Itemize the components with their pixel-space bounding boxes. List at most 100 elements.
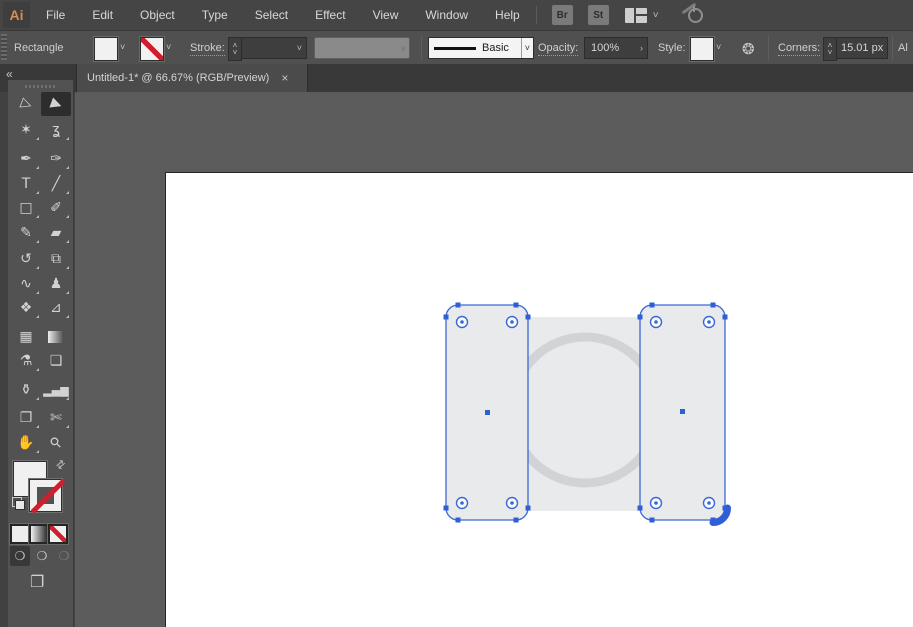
magnifier-icon: ⚲ [46, 433, 66, 453]
active-tool-label: Rectangle [14, 42, 64, 54]
paintbrush-icon: ✐ [50, 200, 62, 216]
paintbrush-tool[interactable]: ✐ [41, 196, 71, 220]
menu-type[interactable]: Type [202, 8, 228, 22]
menu-select[interactable]: Select [255, 8, 288, 22]
workspace-chevron-down-icon[interactable]: ˅ [653, 10, 659, 21]
tools-panel-grip[interactable] [25, 85, 55, 88]
right-rect-center-point[interactable] [680, 409, 685, 414]
shape-builder-tool[interactable]: ❖ [11, 296, 41, 320]
magic-wand-tool[interactable]: ✶ [11, 118, 41, 142]
slice-tool[interactable]: ✄ [41, 406, 71, 430]
opacity-label[interactable]: Opacity: [538, 42, 579, 56]
menu-object[interactable]: Object [140, 8, 175, 22]
selection-tool[interactable]: ▷ [11, 92, 41, 116]
hand-tool[interactable]: ✋ [11, 431, 41, 455]
eyedropper-tool[interactable]: ⚗ [11, 349, 41, 373]
style-chevron-icon[interactable]: ˅ [716, 42, 721, 52]
corners-label[interactable]: Corners: [778, 42, 821, 56]
opacity-arrow-icon[interactable]: › [636, 43, 647, 53]
eraser-tool[interactable]: ▰ [41, 221, 71, 245]
style-swatch[interactable] [690, 37, 714, 61]
pencil-tool[interactable]: ✎ [11, 221, 41, 245]
hand-icon: ✋ [17, 435, 35, 451]
curvature-pen-icon: ✑ [50, 151, 62, 167]
align-label-truncated[interactable]: Al [898, 42, 908, 54]
stroke-weight-stepper[interactable]: ˄ ˅ [228, 37, 242, 61]
draw-behind-mode-button[interactable]: ❍ [32, 546, 52, 566]
pen-tool[interactable]: ✒ [11, 147, 41, 171]
stock-button[interactable]: St [587, 5, 609, 25]
left-rect-center-point[interactable] [485, 410, 490, 415]
gradient-icon: ▩ [48, 331, 64, 343]
curvature-tool[interactable]: ✑ [41, 147, 71, 171]
menu-file[interactable]: File [46, 8, 65, 22]
stroke-chevron-down-icon[interactable]: ˅ [166, 42, 171, 52]
rotate-icon: ↺ [20, 251, 32, 267]
zoom-tool[interactable]: ⚲ [41, 431, 71, 455]
power-icon [687, 6, 703, 23]
draw-inside-mode-button[interactable]: ❍ [54, 546, 74, 566]
direct-selection-arrow-icon: ▶ [48, 94, 64, 114]
stepper-down-icon[interactable]: ˅ [233, 49, 238, 57]
canvas-pasteboard[interactable] [75, 92, 913, 627]
workspace-layout-icon[interactable] [624, 7, 647, 23]
menu-effect[interactable]: Effect [315, 8, 345, 22]
line-segment-tool[interactable]: ╱ [41, 172, 71, 196]
menu-view[interactable]: View [373, 8, 399, 22]
mesh-tool[interactable]: ▦ [11, 325, 41, 349]
none-mode-button[interactable] [48, 524, 68, 544]
brush-definition-dropdown[interactable]: Basic ˅ [428, 37, 534, 59]
recolor-artwork-icon[interactable]: ❂ [742, 40, 755, 58]
control-bar: Rectangle ˅ ˅ Stroke: ˄ ˅ ˅ ˅ Basic ˅ Op… [0, 30, 913, 66]
gradient-tool[interactable]: ▩ [41, 325, 71, 349]
artboard-tool[interactable]: ❐ [11, 406, 41, 430]
tab-close-icon[interactable]: × [281, 71, 288, 85]
perspective-grid-tool[interactable]: ⊿ [41, 296, 71, 320]
default-fill-stroke-icon[interactable] [12, 497, 25, 510]
width-profile-dropdown: ˅ [314, 37, 410, 59]
collapse-panel-icon[interactable]: « [6, 67, 13, 81]
brush-stroke-preview [434, 46, 476, 50]
stroke-weight-label[interactable]: Stroke: [190, 42, 225, 56]
stepper-down-icon[interactable]: ˅ [828, 49, 833, 57]
menu-help[interactable]: Help [495, 8, 520, 22]
control-bar-grip[interactable] [1, 34, 7, 60]
rectangle-tool[interactable]: □ [11, 196, 41, 220]
stroke-weight-chevron-icon[interactable]: ˅ [293, 43, 306, 53]
scale-icon: ⧉ [51, 251, 61, 267]
width-tool[interactable]: ∿ [11, 272, 41, 296]
draw-normal-icon: ❍ [14, 549, 26, 563]
menu-window[interactable]: Window [425, 8, 468, 22]
column-graph-tool[interactable]: ▂▄▆ [41, 378, 71, 402]
type-tool[interactable]: T [11, 172, 41, 196]
puppet-warp-tool[interactable]: ♟ [41, 272, 71, 296]
rotate-tool[interactable]: ↺ [11, 247, 41, 271]
separator [892, 36, 893, 60]
fill-chevron-down-icon[interactable]: ˅ [120, 42, 125, 52]
direct-selection-tool[interactable]: ▶ [41, 92, 71, 116]
color-mode-button[interactable] [10, 524, 30, 544]
lasso-tool[interactable]: ʓ [41, 118, 71, 142]
brush-chevron-icon[interactable]: ˅ [520, 38, 533, 58]
blend-tool[interactable]: ❏ [41, 349, 71, 373]
touch-workspace-icon[interactable] [679, 2, 705, 26]
corners-field[interactable]: 15.01 px [836, 37, 888, 59]
swap-fill-stroke-icon[interactable]: ⇄ [53, 457, 69, 472]
stroke-color-swatch[interactable] [140, 37, 164, 61]
scale-tool[interactable]: ⧉ [41, 247, 71, 271]
document-tab[interactable]: Untitled-1* @ 66.67% (RGB/Preview) × [76, 64, 308, 92]
symbol-sprayer-tool[interactable]: ⚱ [11, 378, 41, 402]
bridge-button[interactable]: Br [551, 5, 573, 25]
opacity-field[interactable]: 100% › [584, 37, 648, 59]
fill-color-swatch[interactable] [94, 37, 118, 61]
tools-panel: ▷ ▶ ✶ ʓ ✒ ✑ T ╱ □ ✐ ✎ ▰ ↺ ⧉ ∿ ♟ ❖ ⊿ ▦ ⚗ … [8, 80, 74, 627]
screen-mode-button[interactable]: ❐ [30, 572, 44, 592]
corners-stepper[interactable]: ˄ ˅ [823, 37, 837, 61]
perspective-grid-icon: ⊿ [50, 300, 62, 316]
draw-normal-mode-button[interactable]: ❍ [10, 546, 30, 566]
stroke-weight-dropdown[interactable]: ˅ [241, 37, 307, 59]
stroke-proxy-swatch[interactable] [29, 479, 66, 514]
menu-edit[interactable]: Edit [92, 8, 113, 22]
document-title: Untitled-1* @ 66.67% (RGB/Preview) [87, 72, 270, 84]
gradient-mode-button[interactable] [29, 524, 49, 544]
